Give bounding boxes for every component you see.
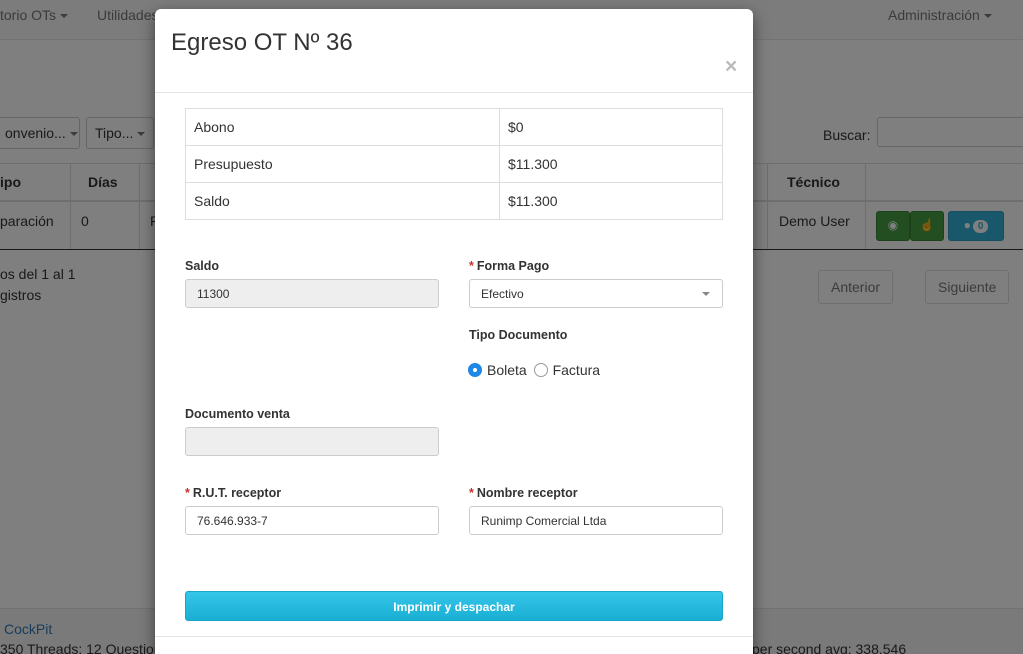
nombre-label: * Nombre receptor — [469, 486, 578, 500]
summary-value-abono: $0 — [499, 108, 723, 146]
required-mark: * — [469, 486, 474, 500]
summary-label-abono: Abono — [185, 108, 500, 146]
rut-field[interactable]: 76.646.933-7 — [185, 506, 439, 535]
chevron-down-icon — [702, 292, 710, 296]
close-icon[interactable]: × — [725, 56, 737, 77]
nombre-label-text: Nombre receptor — [476, 486, 578, 500]
required-mark: * — [469, 259, 474, 273]
forma-pago-label-text: Forma Pago — [476, 259, 550, 273]
nombre-field[interactable]: Runimp Comercial Ltda — [469, 506, 723, 535]
table-row: Presupuesto $11.300 — [185, 145, 723, 183]
rut-label-text: R.U.T. receptor — [192, 486, 282, 500]
tipo-documento-label: Tipo Documento — [469, 328, 568, 342]
forma-pago-value: Efectivo — [481, 287, 524, 301]
radio-boleta[interactable] — [468, 363, 482, 378]
radio-factura[interactable] — [533, 363, 548, 378]
rut-label: * R.U.T. receptor — [185, 486, 281, 500]
table-row: Abono $0 — [185, 108, 723, 146]
tipo-documento-radio-group: Boleta Factura — [468, 361, 600, 379]
documento-venta-field[interactable] — [185, 427, 439, 456]
radio-factura-label[interactable]: Factura — [553, 362, 600, 378]
saldo-label: Saldo — [185, 259, 220, 273]
required-mark: * — [185, 486, 190, 500]
summary-value-saldo: $11.300 — [499, 182, 723, 220]
imprimir-despachar-button[interactable]: Imprimir y despachar — [185, 591, 723, 621]
forma-pago-select[interactable]: Efectivo — [469, 279, 723, 308]
summary-value-presupuesto: $11.300 — [499, 145, 723, 183]
summary-table: Abono $0 Presupuesto $11.300 Saldo $11.3… — [185, 108, 723, 220]
saldo-field[interactable]: 11300 — [185, 279, 439, 308]
documento-venta-label: Documento venta — [185, 407, 290, 421]
modal-title: Egreso OT Nº 36 — [171, 29, 353, 56]
modal-header-divider — [155, 92, 753, 93]
forma-pago-label: * Forma Pago — [469, 259, 549, 273]
summary-label-presupuesto: Presupuesto — [185, 145, 500, 183]
radio-boleta-label[interactable]: Boleta — [487, 362, 527, 378]
table-row: Saldo $11.300 — [185, 182, 723, 220]
modal-footer-divider — [155, 636, 753, 637]
summary-label-saldo: Saldo — [185, 182, 500, 220]
egreso-modal: Egreso OT Nº 36 × Abono $0 Presupuesto $… — [155, 9, 753, 654]
